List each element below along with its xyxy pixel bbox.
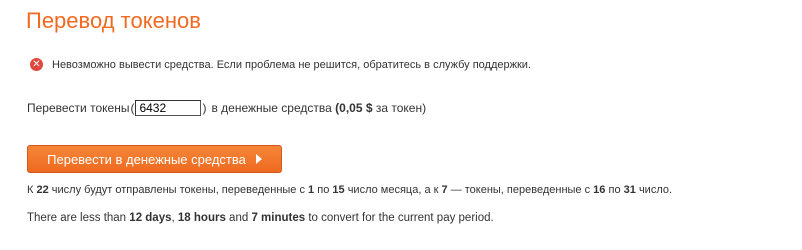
rate-suffix: за токен [375, 101, 423, 115]
schedule-day: 7 [441, 184, 448, 196]
period-hours: 18 hours [177, 212, 226, 224]
convert-button-label: Перевести в денежные средства [47, 151, 246, 167]
error-icon: ✕ [30, 58, 43, 71]
period-part: and [229, 212, 249, 224]
convert-label: Перевести токены [27, 101, 130, 115]
schedule-part: число. [638, 184, 673, 196]
schedule-part: — токены, переведенные с [450, 184, 591, 196]
period-minutes: 7 minutes [251, 212, 306, 224]
pay-period-text: There are less than 12 days, 18 hours an… [27, 212, 494, 224]
period-part: to convert for the current pay period. [308, 212, 494, 224]
schedule-day: 22 [36, 184, 49, 196]
schedule-day: 1 [308, 184, 315, 196]
schedule-text: К 22 числу будут отправлены токены, пере… [27, 184, 672, 196]
period-days: 12 days [129, 212, 172, 224]
rate-close: ) [422, 101, 427, 115]
play-arrow-icon [255, 154, 262, 164]
schedule-part: числу будут отправлены токены, переведен… [51, 184, 305, 196]
period-sep: , [171, 212, 175, 224]
schedule-part: число месяца, а к [347, 184, 439, 196]
schedule-day: 16 [593, 184, 606, 196]
open-paren: ( [130, 101, 135, 115]
period-part: There are less than [27, 212, 127, 224]
schedule-day: 15 [332, 184, 345, 196]
error-alert: ✕ Невозможно вывести средства. Если проб… [30, 58, 531, 71]
schedule-part: по [317, 184, 330, 196]
error-message: Невозможно вывести средства. Если пробле… [52, 58, 531, 71]
schedule-part: по [608, 184, 621, 196]
page-title: Перевод токенов [26, 8, 201, 33]
rate-text: в денежные средства (0,05 $ за токен) [211, 101, 426, 115]
convert-row: Перевести токены ( ) в денежные средства… [27, 100, 426, 116]
schedule-part: К [27, 184, 34, 196]
close-paren: ) [202, 101, 207, 115]
convert-button[interactable]: Перевести в денежные средства [27, 145, 282, 173]
into-label: в денежные средства [211, 101, 332, 115]
schedule-day: 31 [623, 184, 636, 196]
tokens-input[interactable] [135, 100, 202, 116]
rate-value: 0,05 $ [339, 101, 373, 115]
